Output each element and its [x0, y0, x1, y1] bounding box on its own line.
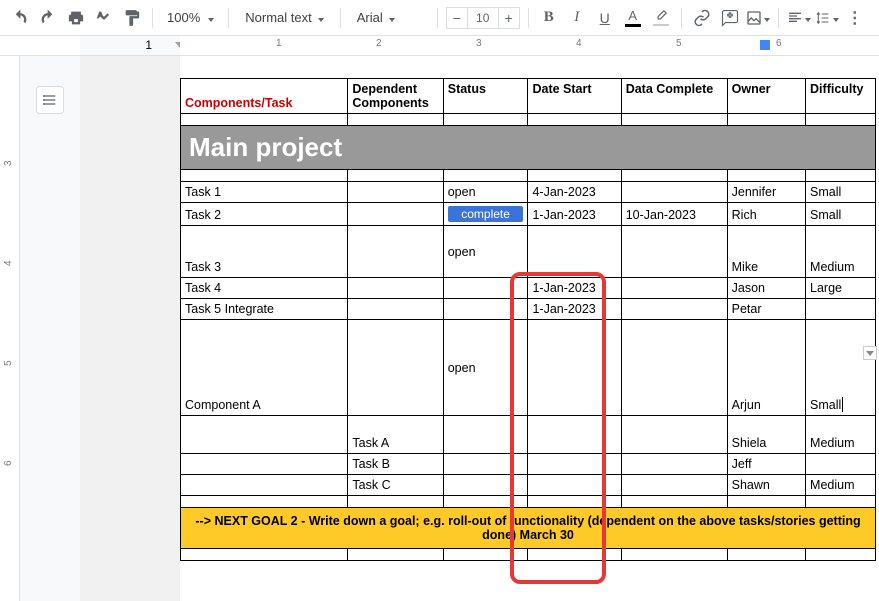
more-button[interactable]: ⋮: [843, 6, 867, 30]
font-size-control: − 10 +: [446, 7, 520, 29]
left-gutter: [20, 56, 80, 601]
table-row[interactable]: Task 1 open 4-Jan-2023 JenniferSmall: [181, 182, 876, 203]
table-row[interactable]: Task C ShawnMedium: [181, 475, 876, 496]
header-dependent: Dependent Components: [348, 79, 443, 114]
insert-image-button[interactable]: [746, 6, 770, 30]
document-outline-button[interactable]: [36, 86, 64, 114]
tab-stop-icon[interactable]: [760, 40, 770, 50]
line-spacing-button[interactable]: [815, 6, 839, 30]
redo-button[interactable]: [36, 6, 60, 30]
text-cursor-icon: [842, 397, 843, 412]
document-page[interactable]: Components/Task Dependent Components Sta…: [180, 56, 879, 601]
header-difficulty: Difficulty: [806, 79, 876, 114]
table-title-row: Main project: [181, 126, 876, 170]
paragraph-style-dropdown[interactable]: Normal text: [237, 10, 331, 25]
toolbar: 100% Normal text Arial − 10 + B I U A ⋮: [0, 0, 879, 36]
insert-link-button[interactable]: [690, 6, 714, 30]
table-row[interactable]: Task 3 open MikeMedium: [181, 226, 876, 278]
table-header-row: Components/Task Dependent Components Sta…: [181, 79, 876, 114]
table-row[interactable]: Task A ShielaMedium: [181, 416, 876, 454]
paint-format-button[interactable]: [120, 6, 144, 30]
project-table[interactable]: Components/Task Dependent Components Sta…: [180, 78, 876, 561]
underline-button[interactable]: U: [593, 6, 617, 30]
zoom-dropdown[interactable]: 100%: [161, 10, 220, 25]
header-owner: Owner: [727, 79, 805, 114]
goal-row: --> NEXT GOAL 2 - Write down a goal; e.g…: [181, 508, 876, 549]
header-data-complete: Data Complete: [621, 79, 727, 114]
text-color-button[interactable]: A: [621, 6, 645, 30]
table-row[interactable]: Component A open Arjun Small: [181, 320, 876, 416]
document-workspace: 3 4 5 6 Components/Task Dependent Compon…: [0, 56, 879, 601]
overflow-menu-button[interactable]: [863, 346, 877, 360]
font-size-value[interactable]: 10: [468, 7, 498, 29]
horizontal-ruler[interactable]: 1 1 2 3 4 5 6: [0, 36, 879, 56]
increase-font-size-button[interactable]: +: [498, 7, 520, 29]
status-badge: complete: [448, 206, 524, 222]
decrease-font-size-button[interactable]: −: [446, 7, 468, 29]
font-family-dropdown[interactable]: Arial: [349, 10, 429, 25]
undo-button[interactable]: [8, 6, 32, 30]
header-date-start: Date Start: [528, 79, 621, 114]
vertical-ruler[interactable]: 3 4 5 6: [0, 56, 20, 601]
add-comment-button[interactable]: [718, 6, 742, 30]
header-components: Components/Task: [181, 79, 348, 114]
highlight-color-button[interactable]: [649, 6, 673, 30]
align-button[interactable]: [787, 6, 811, 30]
table-row[interactable]: Task 5 Integrate 1-Jan-2023 Petar: [181, 299, 876, 320]
header-status: Status: [443, 79, 528, 114]
spellcheck-button[interactable]: [92, 6, 116, 30]
table-row[interactable]: Task B Jeff: [181, 454, 876, 475]
table-row[interactable]: Task 4 1-Jan-2023 JasonLarge: [181, 278, 876, 299]
bold-button[interactable]: B: [537, 6, 561, 30]
italic-button[interactable]: I: [565, 6, 589, 30]
table-row[interactable]: Task 2 complete 1-Jan-202310-Jan-2023 Ri…: [181, 203, 876, 226]
print-button[interactable]: [64, 6, 88, 30]
